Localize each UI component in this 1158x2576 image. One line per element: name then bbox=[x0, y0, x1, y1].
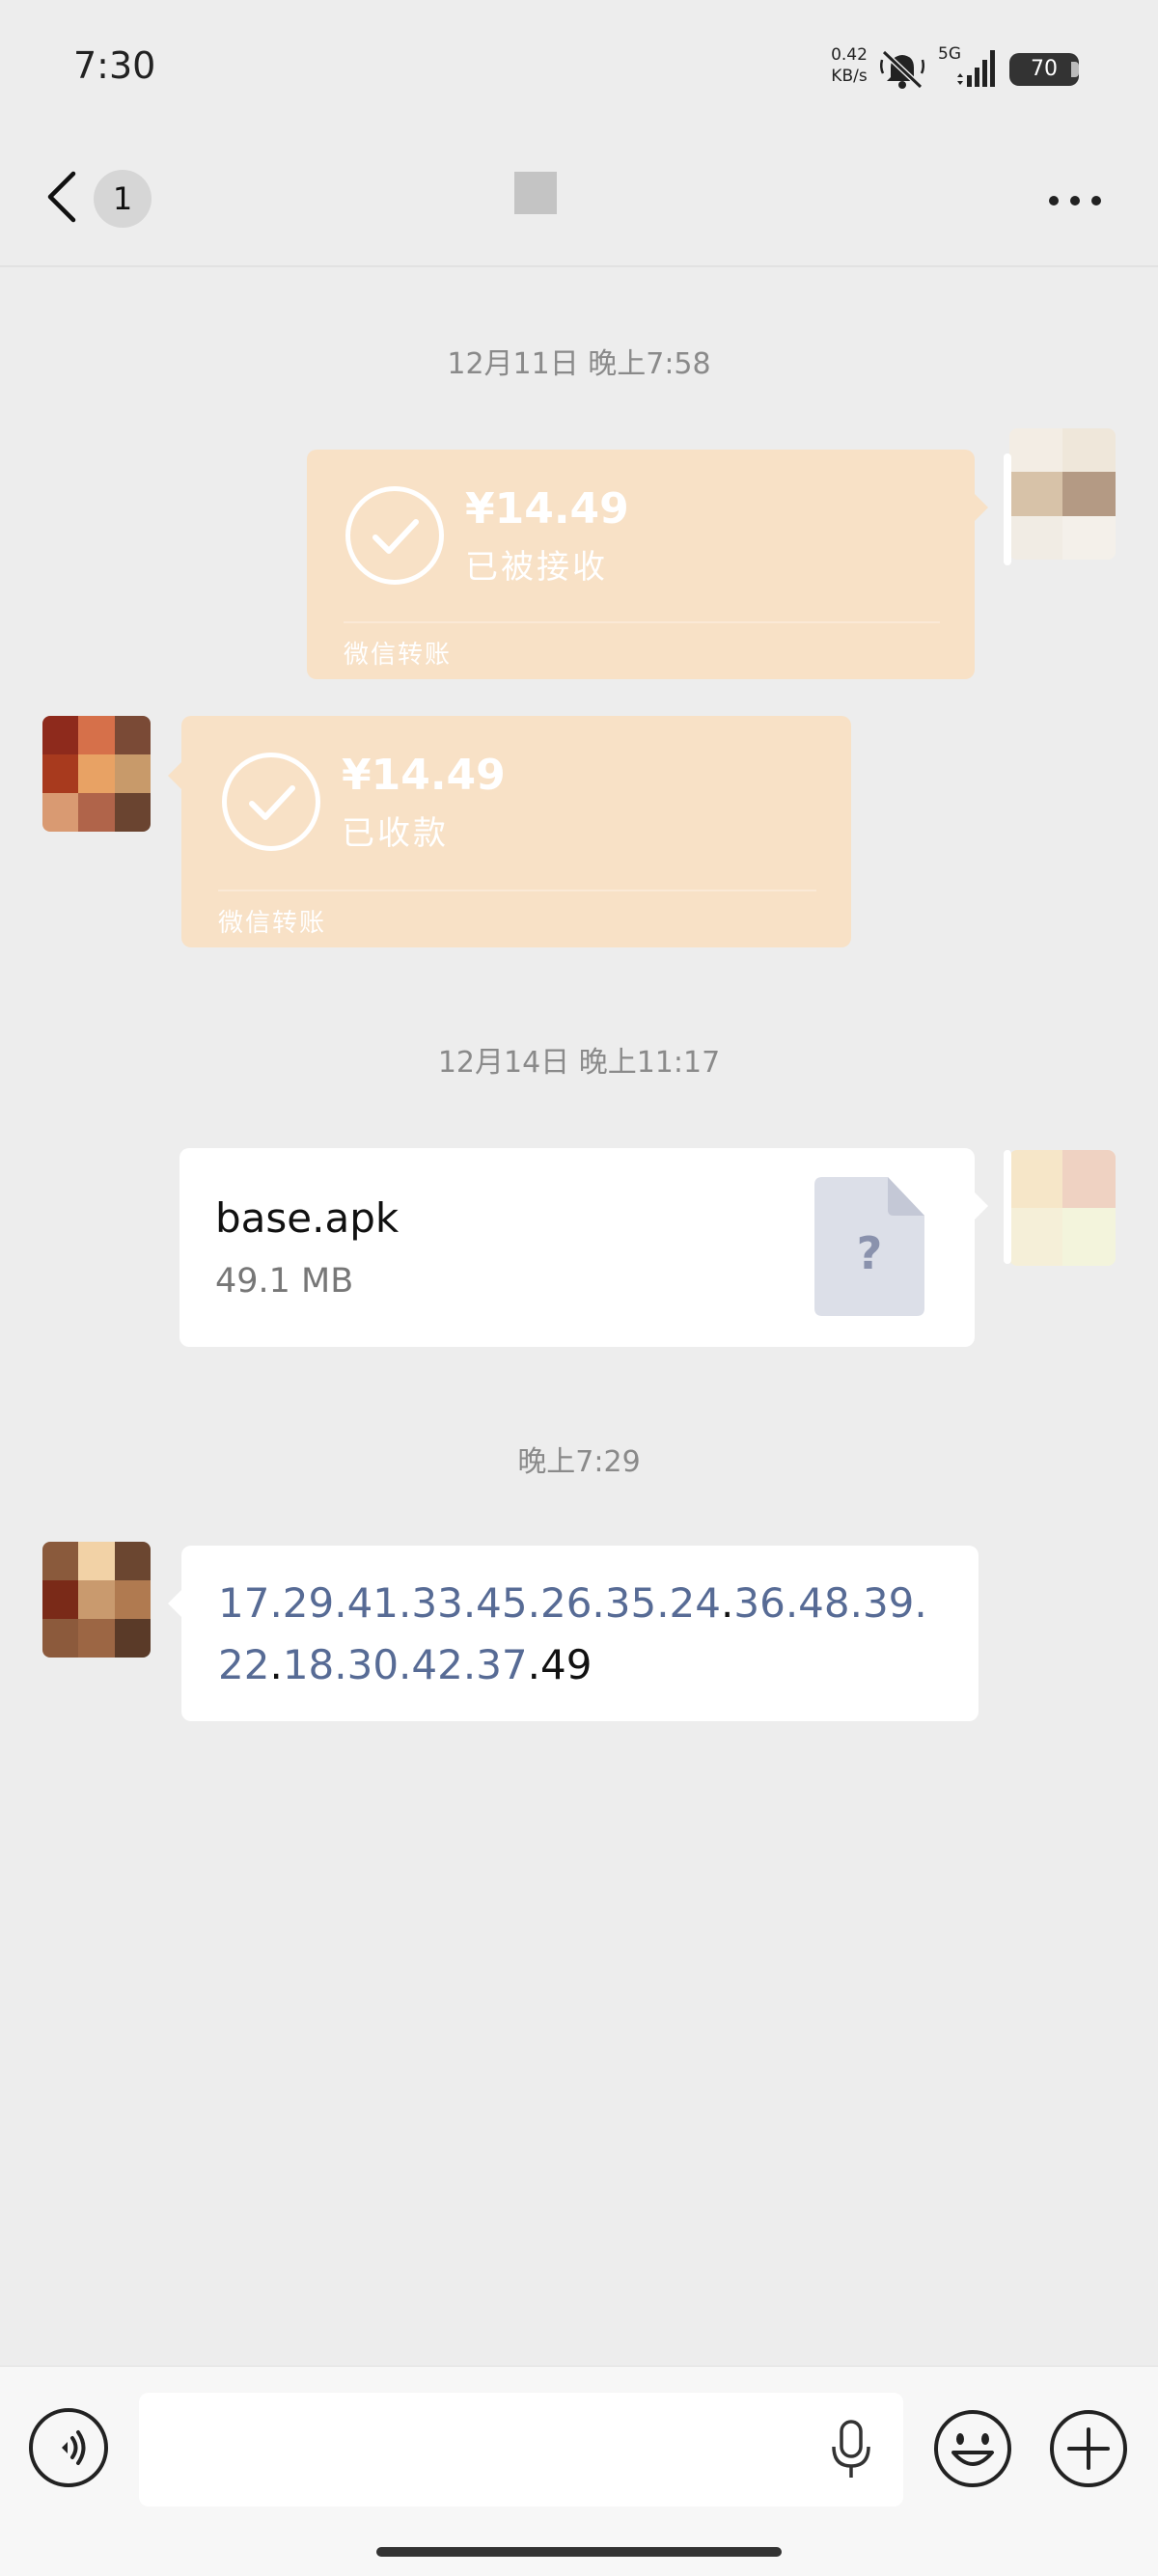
file-name: base.apk bbox=[215, 1194, 400, 1242]
nav-divider bbox=[0, 265, 1158, 267]
transfer-footer: 微信转账 bbox=[344, 641, 453, 670]
battery-indicator: 70 bbox=[1009, 53, 1079, 86]
message-timestamp: 12月11日 晚上7:58 bbox=[447, 347, 711, 381]
my-avatar[interactable] bbox=[1009, 428, 1116, 560]
transfer-amount: ¥14.49 bbox=[465, 484, 629, 534]
transfer-card-received[interactable]: ¥14.49 已收款 微信转账 bbox=[181, 716, 851, 947]
message-input[interactable] bbox=[139, 2393, 903, 2507]
file-size: 49.1 MB bbox=[215, 1262, 354, 1301]
message-timestamp: 晚上7:29 bbox=[517, 1445, 641, 1479]
message-text-plain: . bbox=[721, 1579, 734, 1627]
network-speed-value: 0.42 bbox=[831, 45, 868, 65]
message-text-plain: .49 bbox=[527, 1641, 593, 1688]
check-circle-icon bbox=[222, 753, 320, 851]
transfer-status: 已被接收 bbox=[465, 548, 608, 587]
microphone-icon[interactable] bbox=[828, 2420, 874, 2480]
message-text[interactable]: 17.29.41.33.45.26.35.24.36.48.39.22.18.3… bbox=[218, 1573, 951, 1696]
status-time: 7:30 bbox=[73, 44, 156, 87]
transfer-amount: ¥14.49 bbox=[342, 751, 506, 800]
avatar-edge bbox=[1004, 1150, 1011, 1264]
contact-avatar[interactable] bbox=[42, 716, 151, 832]
bubble-tail bbox=[168, 1590, 181, 1617]
my-avatar[interactable] bbox=[1009, 1150, 1116, 1266]
battery-tip bbox=[1071, 62, 1079, 77]
emoji-icon[interactable] bbox=[932, 2408, 1013, 2489]
file-icon-glyph: ? bbox=[856, 1227, 883, 1279]
transfer-status: 已收款 bbox=[342, 814, 449, 853]
text-message[interactable]: 17.29.41.33.45.26.35.24.36.48.39.22.18.3… bbox=[181, 1546, 979, 1721]
bubble-tail bbox=[975, 494, 988, 521]
message-text-plain: . bbox=[269, 1641, 283, 1688]
bell-muted-icon bbox=[879, 49, 925, 90]
unread-count-badge[interactable]: 1 bbox=[94, 170, 152, 228]
signal-strength-icon bbox=[957, 50, 995, 87]
chevron-left-icon[interactable] bbox=[44, 170, 79, 224]
transfer-card-sent[interactable]: ¥14.49 已被接收 微信转账 bbox=[307, 450, 975, 679]
unknown-file-icon: ? bbox=[814, 1177, 924, 1316]
card-divider bbox=[218, 890, 816, 891]
plus-icon[interactable] bbox=[1048, 2408, 1129, 2489]
card-divider bbox=[344, 621, 940, 623]
avatar-edge bbox=[1004, 453, 1011, 565]
message-timestamp: 12月14日 晚上11:17 bbox=[437, 1046, 721, 1080]
chat-title-redacted bbox=[514, 172, 557, 214]
transfer-footer: 微信转账 bbox=[218, 909, 327, 938]
ellipsis-icon[interactable] bbox=[1046, 193, 1104, 208]
file-message[interactable]: base.apk 49.1 MB ? bbox=[179, 1148, 975, 1347]
bubble-tail bbox=[168, 762, 181, 789]
network-speed-unit: KB/s bbox=[831, 67, 868, 86]
ip-link[interactable]: 17.29.41.33.45.26.35.24 bbox=[218, 1579, 721, 1627]
ip-link[interactable]: 18.30.42.37 bbox=[283, 1641, 528, 1688]
home-indicator[interactable] bbox=[376, 2547, 782, 2557]
contact-avatar[interactable] bbox=[42, 1542, 151, 1658]
network-speed: 0.42 KB/s bbox=[830, 44, 868, 87]
voice-mode-icon[interactable] bbox=[29, 2408, 108, 2487]
check-circle-icon bbox=[345, 486, 444, 585]
bubble-tail bbox=[975, 1192, 988, 1219]
